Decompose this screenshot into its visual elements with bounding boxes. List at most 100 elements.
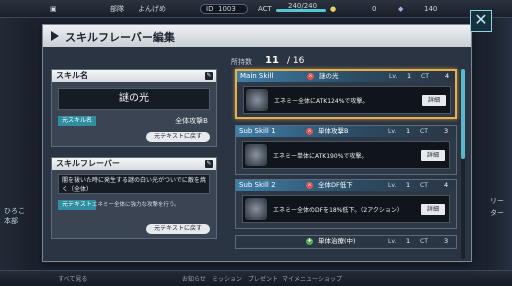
skill-lv-label: Lv. bbox=[389, 73, 398, 80]
bottom-label-all[interactable]: すべて見る bbox=[58, 274, 87, 283]
skill-card-header: ✚ 単体治療(中) Lv. 1 CT 3 bbox=[236, 236, 456, 247]
skill-card-sub3[interactable]: ✚ 単体治療(中) Lv. 1 CT 3 bbox=[235, 235, 457, 249]
bottom-label-shop[interactable]: ショップ bbox=[318, 274, 342, 283]
skill-ct-label: CT bbox=[420, 128, 428, 135]
original-flavor-row: 元テキスト エネミー全体に強力な攻撃を行う。 bbox=[58, 200, 210, 210]
skill-name-panel: スキル名 ✎ 謎の光 元スキル名 全体攻撃B 元テキストに戻す bbox=[51, 69, 217, 147]
skill-ct-label: CT bbox=[420, 238, 428, 245]
left-side-label-1: ひろこ bbox=[4, 207, 25, 215]
pencil-icon[interactable]: ✎ bbox=[205, 72, 213, 80]
skill-list-scrollbar[interactable] bbox=[461, 69, 465, 259]
skill-card-body: エネミー全体のDFを18%低下。（2アクション） 詳細 bbox=[242, 195, 450, 223]
id-value: 1003 bbox=[218, 5, 236, 13]
skill-flavor-panel: スキルフレーバー ✎ 闇を祓いた時に発生する謎の白い光がついでに敵を焼く（全体）… bbox=[51, 157, 217, 239]
pencil-icon[interactable]: ✎ bbox=[205, 160, 213, 168]
skill-description: エネミー全体のDFを18%低下。（2アクション） bbox=[273, 207, 403, 214]
attack-icon: ⚔ bbox=[306, 128, 313, 135]
bottom-label-mymenu[interactable]: マイメニュー bbox=[282, 274, 318, 283]
skill-name: 全体DF低下 bbox=[318, 181, 353, 189]
skill-card-header: Sub Skill 1 ⚔ 単体攻撃B Lv. 1 CT 3 bbox=[236, 126, 456, 137]
restore-flavor-button[interactable]: 元テキストに戻す bbox=[146, 224, 210, 234]
skill-ct-label: CT bbox=[421, 73, 429, 80]
coin-value: 0 bbox=[372, 5, 377, 13]
player-name: よんげめ bbox=[138, 5, 166, 13]
bottom-label-mission[interactable]: ミッション bbox=[212, 274, 242, 283]
bottom-hud-bar: すべて見る お知らせ ミッション プレゼント マイメニュー ショップ bbox=[0, 270, 512, 286]
skill-card-sub1[interactable]: Sub Skill 1 ⚔ 単体攻撃B Lv. 1 CT 3 エネミー単体にAT… bbox=[235, 125, 457, 175]
bottom-label-news[interactable]: お知らせ bbox=[182, 274, 206, 283]
skill-card-main[interactable]: Main Skill ⚔ 謎の光 Lv. 1 CT 4 エネミー全体にATK12… bbox=[235, 69, 457, 119]
skill-lv-label: Lv. bbox=[388, 238, 397, 245]
skill-flavor-header: スキルフレーバー ✎ bbox=[52, 158, 216, 170]
rank-label: 部隊 bbox=[110, 5, 124, 13]
skill-lv-label: Lv. bbox=[388, 128, 397, 135]
avatar-icon[interactable]: ▣ bbox=[50, 3, 57, 15]
act-label: ACT bbox=[258, 5, 272, 13]
skill-slot-label: Sub Skill 2 bbox=[239, 181, 276, 189]
gem-value: 140 bbox=[424, 5, 438, 13]
bottom-label-present[interactable]: プレゼント bbox=[248, 274, 278, 283]
skill-name: 単体治療(中) bbox=[318, 237, 356, 245]
skill-slot-label: Main Skill bbox=[240, 72, 274, 80]
skill-flavor-header-label: スキルフレーバー bbox=[56, 159, 120, 168]
skill-description: エネミー全体にATK124%で攻撃。 bbox=[274, 98, 369, 105]
skill-emblem-icon bbox=[245, 198, 267, 220]
skill-card-body: エネミー全体にATK124%で攻撃。 詳細 bbox=[243, 86, 451, 114]
restore-skill-name-button[interactable]: 元テキストに戻す bbox=[146, 132, 210, 142]
skill-ct-value: 3 bbox=[444, 127, 449, 135]
original-skill-name-value: 全体攻撃B bbox=[175, 117, 208, 125]
skill-detail-button[interactable]: 詳細 bbox=[421, 204, 445, 215]
skill-name: 謎の光 bbox=[319, 72, 339, 80]
skill-description: エネミー単体にATK190%で攻撃。 bbox=[273, 153, 368, 160]
original-flavor-value: エネミー全体に強力な攻撃を行う。 bbox=[92, 202, 180, 208]
skill-lv-value: 1 bbox=[406, 181, 411, 189]
skill-detail-button[interactable]: 詳細 bbox=[422, 95, 446, 106]
heal-icon: ✚ bbox=[306, 238, 313, 245]
skill-flavor-dialog: スキルフレーバー編集 スキル名 ✎ 謎の光 元スキル名 全体攻撃B 元テキストに… bbox=[42, 24, 472, 262]
left-side-label-2: 本部 bbox=[4, 217, 18, 225]
skill-emblem-icon bbox=[246, 89, 268, 111]
attack-icon: ⚔ bbox=[307, 73, 314, 80]
skill-ct-value: 4 bbox=[444, 181, 449, 189]
original-skill-name-row: 元スキル名 全体攻撃B bbox=[58, 116, 210, 126]
title-arrow-icon bbox=[51, 31, 59, 41]
close-button[interactable]: ✕ bbox=[470, 10, 492, 32]
skill-name-header: スキル名 ✎ bbox=[52, 70, 216, 82]
left-side-panel: ひろこ 本部 bbox=[0, 18, 34, 270]
skill-card-header: Sub Skill 2 ⚔ 全体DF低下 Lv. 1 CT 4 bbox=[236, 180, 456, 191]
coin-icon: ● bbox=[330, 5, 337, 13]
skill-lv-value: 1 bbox=[406, 127, 411, 135]
act-gauge bbox=[276, 9, 326, 12]
skill-name-header-label: スキル名 bbox=[56, 71, 88, 80]
original-skill-name-tag: 元スキル名 bbox=[58, 116, 97, 126]
skill-ct-value: 4 bbox=[445, 72, 450, 80]
skill-lv-label: Lv. bbox=[388, 182, 397, 189]
skill-lv-value: 1 bbox=[406, 237, 411, 245]
right-side-label-2: ター bbox=[490, 209, 504, 217]
skill-list-scroll-thumb[interactable] bbox=[461, 69, 465, 159]
skill-detail-button[interactable]: 詳細 bbox=[421, 150, 445, 161]
skill-name-input[interactable]: 謎の光 bbox=[58, 88, 210, 110]
right-side-panel: リー ター bbox=[486, 18, 512, 270]
skill-card-body: エネミー単体にATK190%で攻撃。 詳細 bbox=[242, 141, 450, 169]
dialog-title: スキルフレーバー編集 bbox=[65, 31, 175, 44]
skill-count-value: 11 bbox=[265, 55, 279, 66]
skill-name: 単体攻撃B bbox=[318, 127, 349, 135]
original-flavor-tag: 元テキスト bbox=[58, 200, 96, 210]
id-label: ID bbox=[206, 5, 214, 13]
skill-card-sub2[interactable]: Sub Skill 2 ⚔ 全体DF低下 Lv. 1 CT 4 エネミー全体のD… bbox=[235, 179, 457, 229]
dialog-header: スキルフレーバー編集 bbox=[43, 25, 471, 47]
skill-count-total: / 16 bbox=[287, 56, 305, 66]
skill-lv-value: 1 bbox=[407, 72, 412, 80]
skill-ct-value: 3 bbox=[444, 237, 449, 245]
skill-card-header: Main Skill ⚔ 謎の光 Lv. 1 CT 4 bbox=[237, 71, 455, 82]
top-hud-bar: ▣ 部隊 よんげめ ID 1003 ACT 240/240 ● 0 ◆ 140 bbox=[0, 0, 512, 18]
skill-emblem-icon bbox=[245, 144, 267, 166]
right-side-label-1: リー bbox=[490, 197, 504, 205]
skill-count-label: 所持数 bbox=[231, 58, 252, 66]
skill-flavor-input[interactable]: 闇を祓いた時に発生する謎の白い光がついでに敵を焼く（全体） bbox=[58, 174, 210, 194]
gem-icon: ◆ bbox=[398, 5, 404, 13]
attack-icon: ⚔ bbox=[306, 182, 313, 189]
skill-ct-label: CT bbox=[420, 182, 428, 189]
skill-slot-label: Sub Skill 1 bbox=[239, 127, 276, 135]
